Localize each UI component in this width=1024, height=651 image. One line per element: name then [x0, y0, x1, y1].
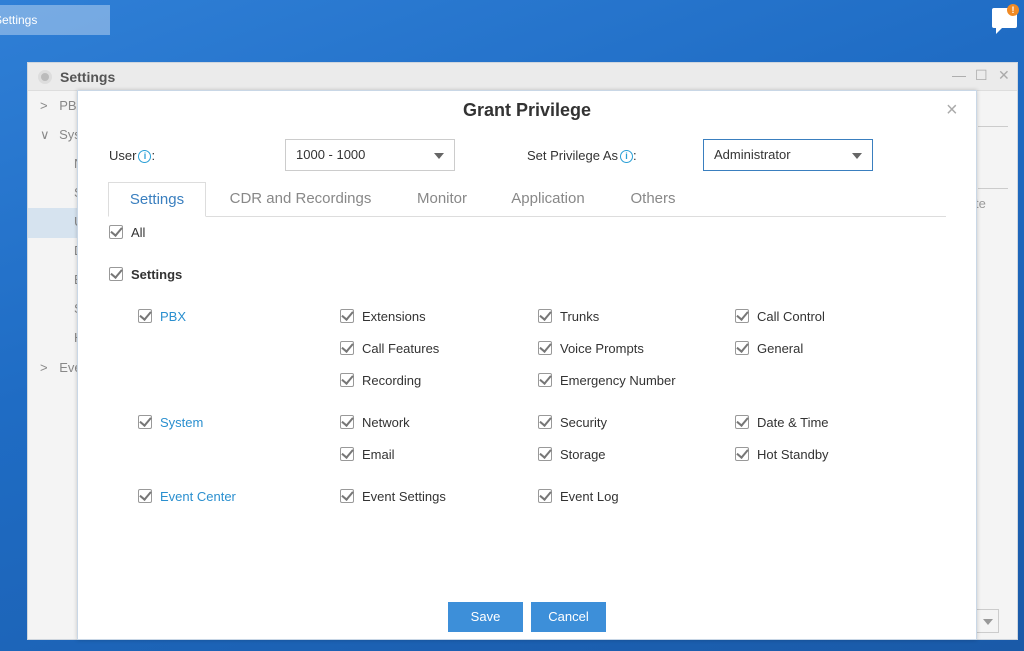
minimize-button[interactable]: —	[952, 67, 966, 83]
checkbox-call-features[interactable]: Call Features	[340, 341, 439, 356]
window-titlebar: Settings — ☐ ✕	[28, 63, 1017, 91]
dialog-title: Grant Privilege	[462, 100, 592, 120]
maximize-button[interactable]: ☐	[975, 67, 988, 84]
privilege-tabs: Settings CDR and Recordings Monitor Appl…	[108, 182, 946, 217]
chevron-down-icon	[434, 153, 444, 164]
close-window-button[interactable]: ✕	[998, 67, 1010, 84]
checkbox-event-center[interactable]: Event Center	[138, 489, 236, 504]
gear-icon	[38, 70, 52, 84]
checkbox-system[interactable]: System	[138, 415, 203, 430]
divider	[978, 188, 1008, 189]
checkbox-pbx[interactable]: PBX	[138, 309, 186, 324]
user-label: User i:	[109, 148, 156, 163]
checkbox-all[interactable]: All	[109, 225, 145, 240]
checkbox-storage[interactable]: Storage	[538, 447, 606, 462]
save-button[interactable]: Save	[448, 602, 523, 632]
cancel-button[interactable]: Cancel	[531, 602, 606, 632]
checkbox-trunks[interactable]: Trunks	[538, 309, 599, 324]
window-title: Settings	[60, 69, 116, 85]
tab-application[interactable]: Application	[498, 182, 598, 217]
grant-privilege-dialog: Grant Privilege × User i: 1000 - 1000 Set…	[77, 90, 977, 640]
checkbox-date-time[interactable]: Date & Time	[735, 415, 829, 430]
checkbox-recording[interactable]: Recording	[340, 373, 421, 388]
chevron-down-icon	[852, 153, 862, 164]
checkbox-security[interactable]: Security	[538, 415, 607, 430]
notification-badge: !	[1007, 4, 1019, 16]
user-select[interactable]: 1000 - 1000	[285, 139, 455, 171]
checkbox-event-settings[interactable]: Event Settings	[340, 489, 446, 504]
checkbox-email[interactable]: Email	[340, 447, 395, 462]
checkbox-event-log[interactable]: Event Log	[538, 489, 619, 504]
close-icon[interactable]: ×	[946, 99, 958, 122]
info-icon[interactable]: i	[620, 150, 634, 163]
tab-monitor[interactable]: Monitor	[403, 182, 481, 217]
privilege-select[interactable]: Administrator	[703, 139, 873, 171]
checkbox-voice-prompts[interactable]: Voice Prompts	[538, 341, 644, 356]
pagesize-dropdown[interactable]	[976, 609, 999, 633]
taskbar-settings-button[interactable]: Settings	[0, 5, 110, 35]
tab-settings[interactable]: Settings	[108, 182, 206, 217]
checkbox-call-control[interactable]: Call Control	[735, 309, 825, 324]
checkbox-hot-standby[interactable]: Hot Standby	[735, 447, 829, 462]
checkbox-extensions[interactable]: Extensions	[340, 309, 426, 324]
privilege-label: Set Privilege As i:	[527, 148, 637, 163]
checkbox-network[interactable]: Network	[340, 415, 410, 430]
tab-cdr-and-recordings[interactable]: CDR and Recordings	[218, 182, 383, 217]
checkbox-settings[interactable]: Settings	[109, 267, 182, 282]
checkbox-general[interactable]: General	[735, 341, 803, 356]
tab-others[interactable]: Others	[613, 182, 693, 217]
info-icon[interactable]: i	[138, 150, 152, 163]
divider	[978, 126, 1008, 127]
sidebar-selected-row	[28, 208, 78, 238]
checkbox-emergency-number[interactable]: Emergency Number	[538, 373, 676, 388]
